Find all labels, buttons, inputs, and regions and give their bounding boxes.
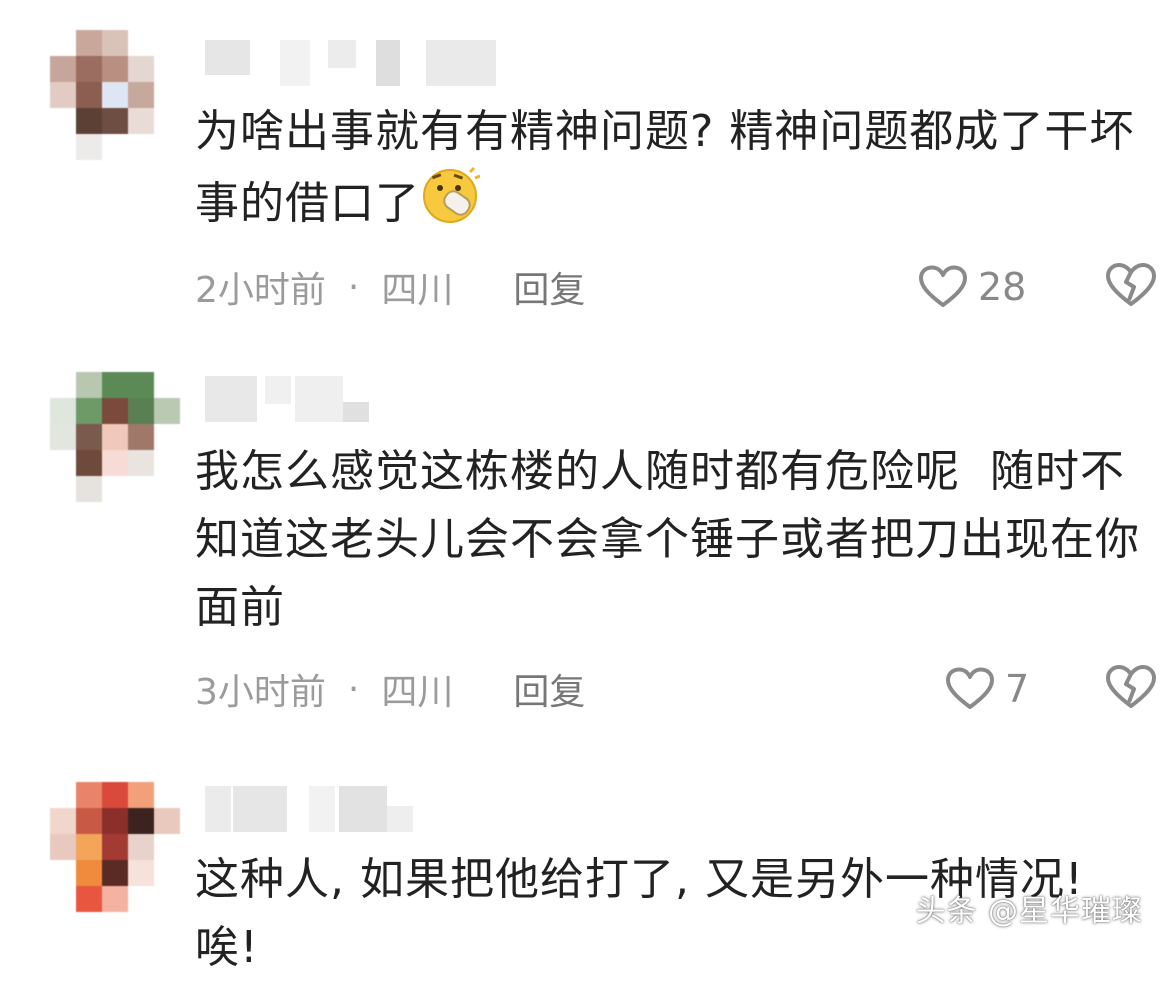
avatar[interactable] <box>50 372 180 502</box>
like-count: 7 <box>1005 667 1030 711</box>
comment-text: 我怎么感觉这栋楼的人随时都有危险呢 随时不知道这老头儿会不会拿个锤子或者把刀出现… <box>195 446 1140 633</box>
comment-meta: 3小时前 · 四川 回复 <box>195 664 585 714</box>
like-count: 28 <box>978 265 1027 309</box>
dislike-button[interactable] <box>1105 262 1157 312</box>
username[interactable] <box>205 376 369 422</box>
dislike-button[interactable] <box>1105 664 1157 714</box>
meta-separator: · <box>347 266 360 308</box>
broken-heart-icon <box>1106 665 1156 708</box>
reply-button[interactable]: 回复 <box>513 261 585 313</box>
meta-separator: · <box>347 668 360 710</box>
heart-outline-icon <box>919 265 967 307</box>
comment-time: 3小时前 <box>195 672 326 713</box>
heart-outline-icon <box>946 667 994 709</box>
comment-text: 为啥出事就有有精神问题? 精神问题都成了干坏事的借口了 <box>195 106 1135 229</box>
like-button[interactable]: 28 <box>918 262 1026 312</box>
comment-meta: 2小时前 · 四川 回复 <box>195 262 585 312</box>
broken-heart-icon <box>1106 263 1156 306</box>
reply-button[interactable]: 回复 <box>513 663 585 715</box>
comment-location: 四川 <box>381 672 454 713</box>
comment-time: 2小时前 <box>195 270 326 311</box>
username[interactable] <box>205 40 496 86</box>
avatar[interactable] <box>50 30 180 160</box>
avatar[interactable] <box>50 782 180 912</box>
like-button[interactable]: 7 <box>945 664 1029 714</box>
watermark: 头条 @星华璀璨 <box>915 894 1143 929</box>
comment-location: 四川 <box>381 270 454 311</box>
username[interactable] <box>205 786 413 832</box>
face-with-hand-over-mouth-emoji <box>420 166 481 226</box>
